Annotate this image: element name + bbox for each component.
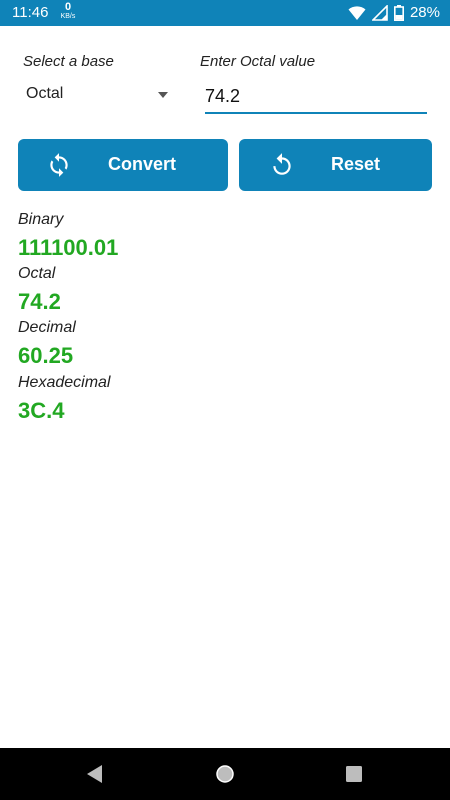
hexadecimal-value: 3C.4 <box>18 398 65 423</box>
status-icons: 28% <box>348 4 440 21</box>
wifi-icon <box>348 5 366 20</box>
signal-icon <box>371 4 388 21</box>
octal-label: Octal <box>18 265 56 282</box>
back-icon[interactable] <box>86 764 104 784</box>
convert-button[interactable]: Convert <box>18 139 228 191</box>
battery-percent: 28% <box>409 4 440 21</box>
binary-label: Binary <box>18 211 64 228</box>
reset-button-label: Reset <box>331 154 381 174</box>
value-input-field[interactable]: 74.2 <box>205 82 427 114</box>
reset-icon <box>273 153 291 175</box>
network-speed: 0 KB/s <box>58 1 78 21</box>
base-select-label: Select a base <box>23 53 114 70</box>
status-time: 11:46 <box>12 4 49 21</box>
binary-value: 111100.01 <box>18 235 119 260</box>
status-bar: 11:46 0 KB/s 28% <box>0 0 450 26</box>
battery-icon <box>393 4 404 21</box>
navigation-bar <box>0 748 450 800</box>
decimal-value: 60.25 <box>18 343 74 368</box>
network-speed-unit: KB/s <box>60 13 76 20</box>
home-icon[interactable] <box>215 764 235 784</box>
value-input-text: 74.2 <box>205 86 241 106</box>
network-speed-value: 0 <box>64 1 72 13</box>
convert-button-label: Convert <box>108 154 177 174</box>
recent-apps-icon[interactable] <box>345 764 363 784</box>
dropdown-arrow-icon <box>158 92 168 98</box>
value-input-label: Enter Octal value <box>200 53 316 70</box>
refresh-icon <box>50 153 68 177</box>
base-select-dropdown[interactable]: Octal <box>18 80 178 112</box>
hexadecimal-label: Hexadecimal <box>18 374 111 391</box>
octal-value: 74.2 <box>18 289 61 314</box>
decimal-label: Decimal <box>18 319 76 336</box>
base-select-value: Octal <box>26 85 64 102</box>
reset-button[interactable]: Reset <box>239 139 432 191</box>
